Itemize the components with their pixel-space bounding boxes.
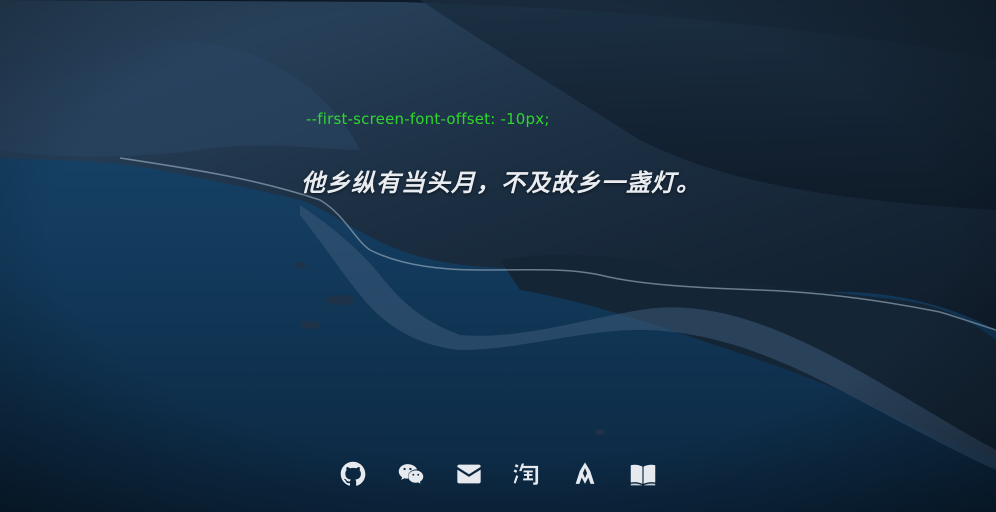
taobao-link[interactable] [512,459,542,489]
mail-icon [457,464,481,484]
first-screen: --first-screen-font-offset: -10px; 他乡纵有当… [0,0,996,512]
book-link[interactable] [628,459,658,489]
taobao-icon [513,463,539,485]
css-variable-text: --first-screen-font-offset: -10px; [306,110,550,128]
book-icon [630,464,656,486]
background-landscape [0,0,996,512]
mail-link[interactable] [454,459,484,489]
sketch-icon [575,462,595,484]
github-link[interactable] [338,459,368,489]
sketch-link[interactable] [570,459,600,489]
hero-headline: 他乡纵有当头月，不及故乡一盏灯。 [301,169,701,197]
github-icon [340,461,366,486]
social-links-bar [0,458,996,490]
wechat-link[interactable] [396,459,426,489]
wechat-icon [398,464,424,484]
